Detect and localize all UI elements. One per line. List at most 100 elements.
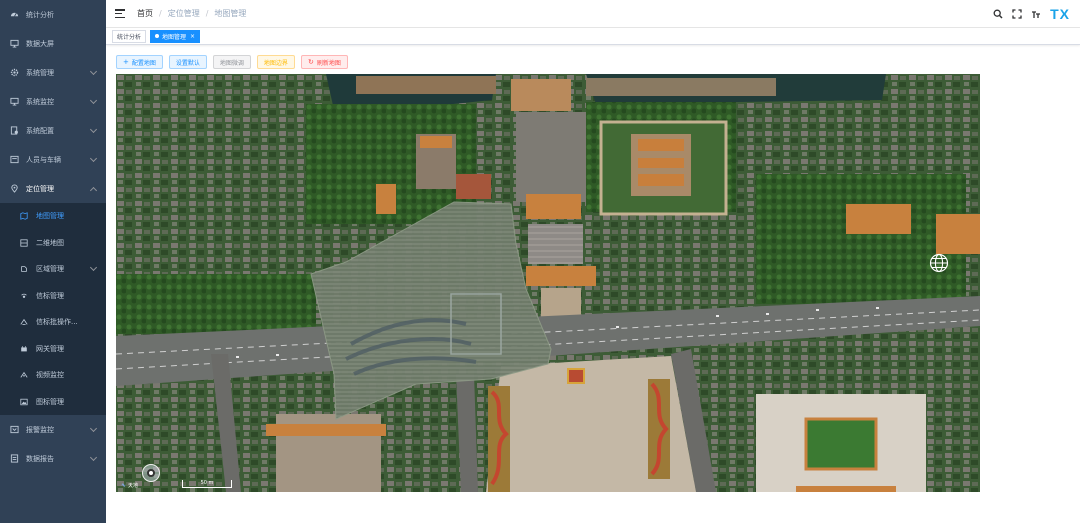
sidebar-item-icon-management[interactable]: 图标管理 — [0, 389, 106, 416]
sidebar-item-2d-map[interactable]: 二维地图 — [0, 230, 106, 257]
scale-label: 50 m — [200, 480, 214, 486]
config-icon — [10, 126, 19, 135]
sidebar-item-location-management[interactable]: 定位管理 — [0, 174, 106, 203]
map-toolbar: + 配置地图 设置默认 地图微调 地图边界 ↻ 刷新地图 — [116, 55, 354, 69]
breadcrumb-location-management: 定位管理 — [167, 9, 200, 18]
satellite-imagery — [116, 74, 980, 492]
config-map-button[interactable]: + 配置地图 — [116, 55, 163, 69]
map-logo-icon: ∿ — [121, 482, 127, 489]
location-icon — [10, 184, 19, 193]
sidebar-item-label: 地图管理 — [36, 212, 64, 221]
image-icon — [20, 398, 28, 406]
sidebar-item-label: 信标批操作... — [36, 318, 78, 327]
button-label: 刷新地图 — [316, 59, 341, 67]
fullscreen-icon[interactable] — [1012, 9, 1022, 19]
sidebar-item-label: 系统管理 — [26, 68, 54, 77]
compass-icon[interactable] — [142, 464, 160, 482]
sidebar-item-label: 系统配置 — [26, 126, 54, 135]
chevron-up-icon — [89, 186, 98, 194]
map-brand: ∿ 天地 — [121, 482, 138, 489]
alarm-icon — [10, 425, 19, 434]
map-icon — [20, 212, 28, 221]
chevron-down-icon — [89, 154, 98, 162]
breadcrumb-home[interactable]: 首页 — [137, 8, 153, 19]
sidebar-item-label: 图标管理 — [36, 397, 64, 406]
sidebar-item-system-monitor[interactable]: 系统监控 — [0, 87, 106, 116]
sidebar-item-video-monitor[interactable]: 视频监控 — [0, 362, 106, 389]
logo[interactable]: TX — [1050, 6, 1070, 22]
scale-bar: 50 m — [182, 480, 232, 488]
sidebar-item-label: 信标管理 — [36, 291, 64, 300]
button-label: 地图边界 — [263, 59, 288, 67]
sidebar-item-statistics[interactable]: 统计分析 — [0, 0, 106, 29]
people-icon — [10, 155, 19, 164]
breadcrumb-separator: / — [205, 9, 209, 18]
chevron-down-icon — [89, 453, 98, 461]
video-icon — [20, 371, 28, 379]
chevron-down-icon — [89, 125, 98, 133]
sidebar-item-people-vehicles[interactable]: 人员与车辆 — [0, 145, 106, 174]
map-tune-button[interactable]: 地图微调 — [212, 55, 251, 69]
sidebar-item-beacon-management[interactable]: 信标管理 — [0, 283, 106, 310]
monitor-icon — [10, 39, 19, 48]
sidebar-item-system-config[interactable]: 系统配置 — [0, 116, 106, 145]
refresh-icon: ↻ — [307, 58, 314, 66]
sidebar-item-label: 人员与车辆 — [26, 155, 61, 164]
active-dot-icon — [155, 34, 160, 38]
chevron-down-icon — [89, 96, 98, 104]
globe-icon[interactable] — [929, 253, 949, 273]
chevron-down-icon — [89, 424, 98, 432]
tag-map-management[interactable]: 地图管理 × — [150, 29, 201, 43]
chevron-down-icon — [89, 264, 98, 272]
sidebar-item-region-management[interactable]: 区域管理 — [0, 256, 106, 283]
sidebar-item-label: 系统监控 — [26, 97, 54, 106]
sidebar: 统计分析 数据大屏 系统管理 系统监控 系统配置 人员与车辆 定位管理 地图管理… — [0, 0, 106, 523]
hamburger-icon[interactable] — [115, 9, 125, 18]
location-submenu: 地图管理 二维地图 区域管理 信标管理 信标批操作... 网关管理 视频监控 图… — [0, 203, 106, 415]
map-border-button[interactable]: 地图边界 — [256, 55, 295, 69]
region-icon — [20, 265, 28, 273]
monitor-icon — [10, 97, 19, 106]
chevron-down-icon — [89, 67, 98, 75]
sidebar-item-beacon-batch[interactable]: 信标批操作... — [0, 309, 106, 336]
sidebar-item-label: 报警监控 — [26, 425, 54, 434]
search-icon[interactable] — [993, 9, 1003, 19]
report-icon — [10, 454, 19, 463]
batch-icon — [20, 318, 28, 326]
beacon-icon — [20, 292, 28, 300]
button-label: 设置默认 — [175, 59, 200, 67]
tag-label: 统计分析 — [117, 33, 142, 41]
button-label: 地图微调 — [219, 59, 244, 67]
gear-icon — [10, 68, 19, 77]
navbar-right: TX — [984, 0, 1070, 28]
refresh-map-button[interactable]: ↻ 刷新地图 — [300, 55, 348, 69]
button-label: 配置地图 — [131, 59, 156, 67]
dashboard-icon — [10, 10, 19, 19]
map-brand-label: 天地 — [128, 483, 139, 489]
plus-icon: + — [123, 58, 129, 66]
sidebar-item-label: 统计分析 — [26, 10, 54, 19]
sidebar-item-label: 视频监控 — [36, 371, 64, 380]
sidebar-item-label: 数据报告 — [26, 454, 54, 463]
breadcrumb: 首页 / 定位管理 / 地图管理 — [137, 8, 246, 19]
sidebar-item-gateway-management[interactable]: 网关管理 — [0, 336, 106, 363]
sidebar-item-label: 二维地图 — [36, 238, 64, 247]
breadcrumb-map-management: 地图管理 — [214, 9, 247, 18]
sidebar-item-alarm-monitor[interactable]: 报警监控 — [0, 415, 106, 444]
sidebar-item-map-management[interactable]: 地图管理 — [0, 203, 106, 230]
sidebar-item-data-screen[interactable]: 数据大屏 — [0, 29, 106, 58]
app-root: 统计分析 数据大屏 系统管理 系统监控 系统配置 人员与车辆 定位管理 地图管理… — [0, 0, 1080, 523]
font-size-icon[interactable] — [1031, 9, 1041, 19]
sidebar-item-data-report[interactable]: 数据报告 — [0, 444, 106, 473]
map-viewer[interactable]: ∿ 天地 50 m — [116, 74, 980, 492]
sidebar-item-label: 区域管理 — [36, 265, 64, 274]
sidebar-item-system-management[interactable]: 系统管理 — [0, 58, 106, 87]
sidebar-item-label: 定位管理 — [26, 184, 54, 193]
set-default-button[interactable]: 设置默认 — [168, 55, 207, 69]
sidebar-item-label: 网关管理 — [36, 344, 64, 353]
grid-icon — [20, 239, 28, 247]
breadcrumb-separator: / — [159, 9, 162, 18]
close-icon[interactable]: × — [190, 33, 195, 40]
navbar: 首页 / 定位管理 / 地图管理 TX — [106, 0, 1080, 28]
tag-statistics[interactable]: 统计分析 — [112, 29, 147, 43]
